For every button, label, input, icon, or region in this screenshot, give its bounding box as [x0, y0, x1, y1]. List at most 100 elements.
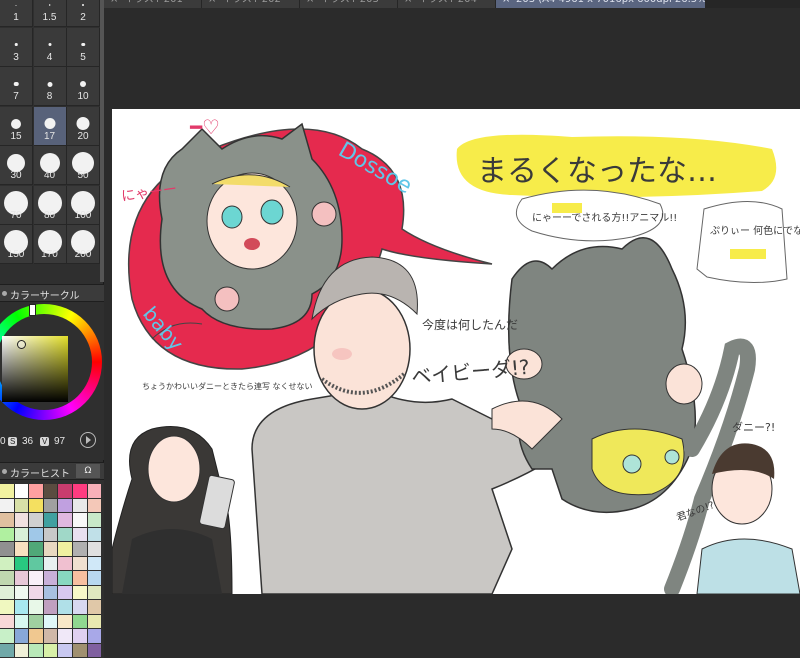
brush-size-150[interactable]: 150 [0, 225, 33, 264]
document-tab[interactable]: × イラスト201 [104, 0, 202, 8]
brush-size-200[interactable]: 200 [67, 225, 100, 264]
h-value[interactable]: 0 [0, 436, 6, 447]
s-value[interactable]: 36 [22, 436, 33, 447]
color-swatch[interactable] [29, 600, 43, 614]
document-tab[interactable]: × イラスト204 [398, 0, 496, 8]
color-swatch[interactable] [14, 556, 29, 570]
color-swatch[interactable] [58, 585, 72, 599]
color-swatch[interactable] [29, 585, 43, 599]
color-swatch[interactable] [29, 643, 43, 657]
color-swatch[interactable] [43, 643, 58, 657]
color-swatch[interactable] [29, 513, 43, 527]
brush-size-7[interactable]: 7 [0, 67, 33, 106]
color-swatch[interactable] [87, 542, 102, 556]
color-swatch[interactable] [58, 556, 72, 570]
color-circle-header[interactable]: カラーサークル [0, 284, 104, 302]
color-swatch[interactable] [87, 614, 102, 628]
color-swatch[interactable] [29, 527, 43, 541]
color-swatch[interactable] [0, 542, 14, 556]
color-swatch[interactable] [14, 484, 29, 498]
brush-size-1.5[interactable]: 1.5 [33, 0, 67, 27]
color-swatch[interactable] [72, 600, 87, 614]
color-swatch[interactable] [14, 542, 29, 556]
color-swatch[interactable] [72, 643, 87, 657]
color-swatch[interactable] [0, 527, 14, 541]
color-swatch[interactable] [43, 571, 58, 585]
color-swatch[interactable] [87, 484, 102, 498]
color-swatch[interactable] [72, 498, 87, 512]
color-swatch[interactable] [87, 571, 102, 585]
color-swatch[interactable] [29, 571, 43, 585]
brush-size-17[interactable]: 17 [33, 106, 67, 146]
brush-size-8[interactable]: 8 [33, 67, 67, 106]
color-swatch[interactable] [72, 556, 87, 570]
color-swatch[interactable] [29, 614, 43, 628]
color-swatch[interactable] [72, 585, 87, 599]
color-swatch[interactable] [0, 513, 14, 527]
color-swatch[interactable] [87, 600, 102, 614]
brush-size-40[interactable]: 40 [33, 146, 67, 185]
sv-cursor[interactable] [17, 340, 26, 349]
color-swatch[interactable] [43, 484, 58, 498]
color-swatch[interactable] [14, 527, 29, 541]
brush-size-4[interactable]: 4 [33, 27, 67, 67]
color-swatch[interactable] [0, 498, 14, 512]
color-swatch[interactable] [14, 513, 29, 527]
panel-menu-icon[interactable] [2, 291, 7, 296]
color-swatch[interactable] [87, 629, 102, 643]
brush-size-15[interactable]: 15 [0, 106, 33, 146]
brush-size-100[interactable]: 100 [67, 185, 100, 225]
color-swatch[interactable] [58, 542, 72, 556]
color-swatch[interactable] [72, 571, 87, 585]
color-swatch[interactable] [58, 643, 72, 657]
color-swatch[interactable] [43, 556, 58, 570]
color-swatch[interactable] [58, 513, 72, 527]
color-swatch[interactable] [58, 498, 72, 512]
color-swatch[interactable] [87, 585, 102, 599]
color-swatch[interactable] [87, 643, 102, 657]
close-icon[interactable]: × [502, 0, 510, 6]
color-swatch[interactable] [72, 513, 87, 527]
document-tab[interactable]: × 203 (A4 4961 x 7016px 600dpi 26.5%) [496, 0, 706, 8]
close-icon[interactable]: × [110, 0, 118, 6]
brush-size-10[interactable]: 10 [67, 67, 100, 106]
close-icon[interactable]: × [208, 0, 216, 6]
document-tab[interactable]: × イラスト203 [300, 0, 398, 8]
brush-size-70[interactable]: 70 [0, 185, 33, 225]
color-swatch[interactable] [58, 484, 72, 498]
color-swatch[interactable] [14, 614, 29, 628]
color-swatch[interactable] [43, 629, 58, 643]
hue-marker[interactable] [29, 304, 36, 316]
close-icon[interactable]: × [306, 0, 314, 6]
brush-size-50[interactable]: 50 [67, 146, 100, 185]
color-swatch[interactable] [87, 556, 102, 570]
color-swatch[interactable] [14, 498, 29, 512]
color-swatch[interactable] [0, 484, 14, 498]
color-swatch[interactable] [87, 498, 102, 512]
color-swatch[interactable] [0, 556, 14, 570]
color-swatch[interactable] [72, 629, 87, 643]
color-swatch[interactable] [0, 614, 14, 628]
color-swatch[interactable] [87, 513, 102, 527]
panel-menu-icon[interactable] [2, 469, 7, 474]
color-swatch[interactable] [43, 498, 58, 512]
brush-size-170[interactable]: 170 [33, 225, 67, 264]
color-swatch[interactable] [0, 600, 14, 614]
color-swatch[interactable] [58, 600, 72, 614]
brush-size-2[interactable]: 2 [67, 0, 100, 27]
saturation-value-square[interactable] [2, 336, 68, 402]
color-swatch[interactable] [14, 571, 29, 585]
color-swatch[interactable] [43, 527, 58, 541]
color-swatch[interactable] [43, 614, 58, 628]
color-swatch[interactable] [14, 629, 29, 643]
color-swatch[interactable] [58, 614, 72, 628]
color-swatch[interactable] [58, 527, 72, 541]
color-swatch[interactable] [14, 643, 29, 657]
drawing-canvas[interactable]: まるくなったな… にゃーー ━♡ Dossoe baby にゃーーでされる方!!… [112, 109, 800, 594]
color-swatch[interactable] [72, 542, 87, 556]
brush-size-20[interactable]: 20 [67, 106, 100, 146]
color-swatch[interactable] [43, 585, 58, 599]
color-swatch[interactable] [58, 629, 72, 643]
brush-size-3[interactable]: 3 [0, 27, 33, 67]
color-swatch[interactable] [14, 585, 29, 599]
